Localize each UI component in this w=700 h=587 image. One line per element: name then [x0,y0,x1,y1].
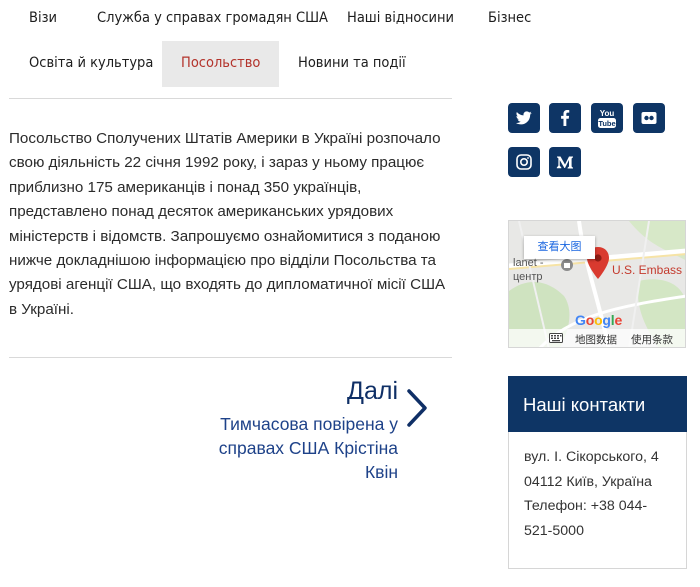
article-body: Посольство Сполучених Штатів Америки в У… [9,130,446,318]
medium-icon[interactable] [549,147,581,177]
map-terms-link[interactable]: 使用条款 [631,332,673,347]
contacts-title: Наші контакти [523,394,646,415]
nav-relations[interactable]: Наші відносини [347,10,454,26]
contact-city: 04112 Київ, Україна [524,474,652,490]
next-label[interactable]: Далі [347,377,398,406]
map-footer: 地图数据 使用条款 [509,329,685,347]
embassy-map[interactable]: 查看大图 lanet - центр U.S. Embass Google 地图… [508,220,686,348]
next-article-title[interactable]: Тимчасова повірена у справах США Крістін… [212,412,398,484]
nav-citizen-services[interactable]: Служба у справах громадян США [97,10,328,26]
map-embassy-label: U.S. Embass [612,263,683,277]
nav-visas[interactable]: Візи [29,10,57,26]
nav-embassy[interactable]: Посольство [181,55,260,71]
keyboard-icon[interactable] [549,333,563,343]
map-data-link[interactable]: 地图数据 [575,332,617,347]
article-divider [9,357,452,358]
view-larger-map-button[interactable]: 查看大图 [524,236,595,259]
nav-news[interactable]: Новини та події [298,55,406,71]
contact-phone: Телефон: +38 044- [524,498,648,514]
chevron-right-icon[interactable] [404,388,430,428]
contact-phone-cont: 521-5000 [524,523,584,539]
nav-divider [9,98,452,99]
svg-text:Tube: Tube [598,119,615,128]
contacts-box: вул. І. Сікорського, 4 04112 Київ, Украї… [508,432,687,569]
nav-education[interactable]: Освіта й культура [29,55,153,71]
youtube-icon[interactable]: You Tube [591,103,623,133]
nav-business[interactable]: Бізнес [488,10,531,26]
contact-address: вул. І. Сікорського, 4 [524,449,659,465]
google-logo: Google [575,312,623,328]
instagram-icon[interactable] [508,147,540,177]
contacts-header: Наші контакти [508,376,687,432]
map-area-label-1: lanet - [513,257,544,269]
svg-text:You: You [600,109,615,118]
facebook-icon[interactable] [549,103,581,133]
flickr-icon[interactable] [633,103,665,133]
twitter-icon[interactable] [508,103,540,133]
map-area-label-2: центр [513,271,543,283]
